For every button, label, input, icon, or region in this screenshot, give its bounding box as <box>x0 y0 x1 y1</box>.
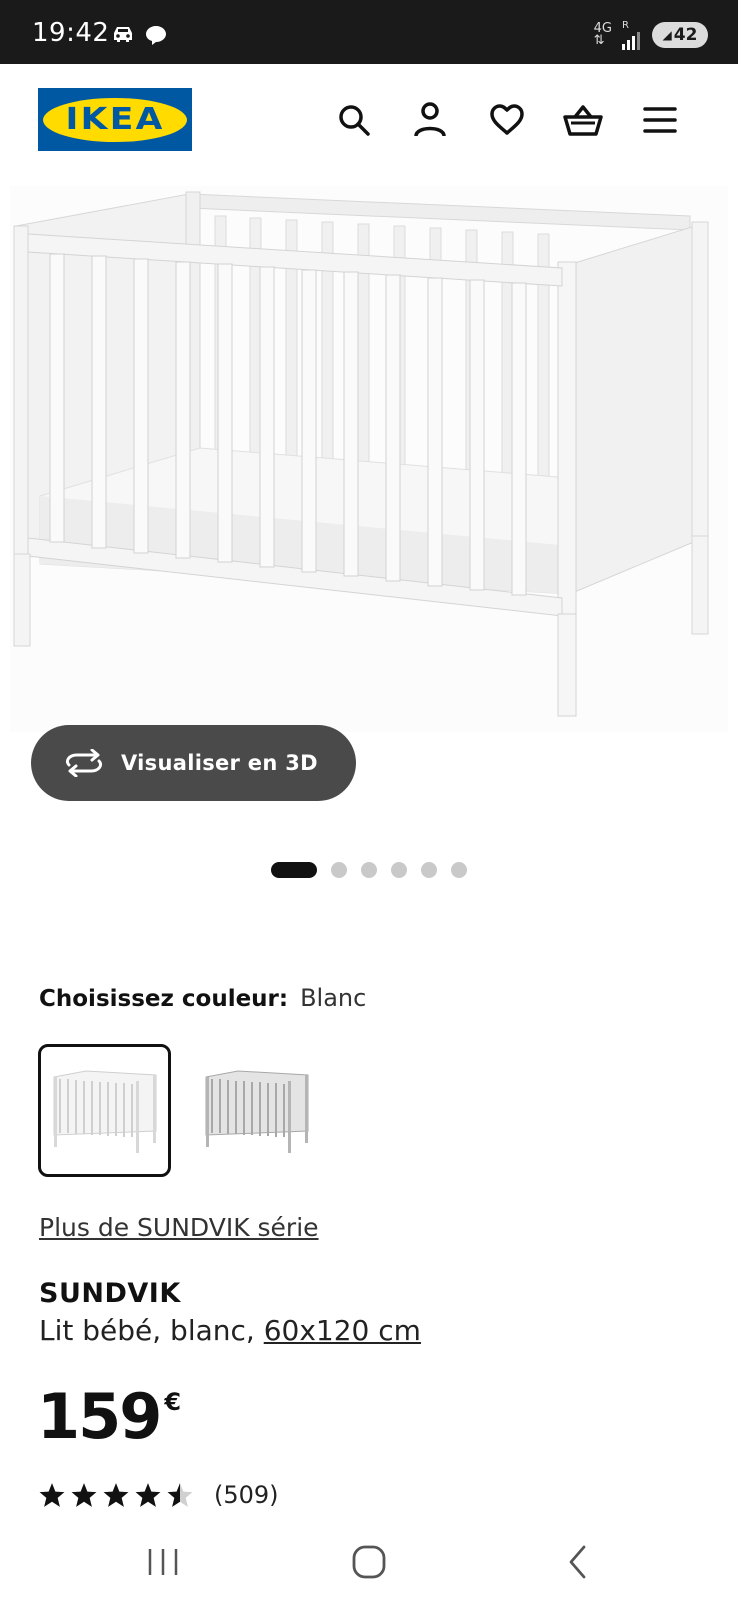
product-description-text: Lit bébé, blanc, <box>39 1314 264 1347</box>
signal-icon <box>622 32 640 50</box>
chat-icon <box>144 24 168 50</box>
star-icon <box>103 1483 129 1507</box>
rotate-3d-icon <box>63 748 107 778</box>
search-icon[interactable] <box>334 100 374 140</box>
color-swatch-grey[interactable] <box>190 1044 323 1177</box>
color-selected-value: Blanc <box>300 984 367 1012</box>
color-label: Choisissez couleur: <box>39 986 289 1012</box>
system-nav-bar <box>0 1524 738 1600</box>
white-crib-thumbnail <box>49 1068 160 1153</box>
price-amount: 159 <box>37 1380 162 1453</box>
color-chooser-label: Choisissez couleur: Blanc <box>39 984 366 1013</box>
star-icon <box>71 1483 97 1507</box>
product-rating[interactable]: (509) <box>38 1481 279 1509</box>
status-time: 19:42 <box>32 18 110 48</box>
view-3d-button[interactable]: Visualiser en 3D <box>31 725 356 801</box>
half-star-icon <box>167 1483 193 1507</box>
network-indicator: 4G ⇅ <box>593 22 612 48</box>
carousel-dot[interactable] <box>361 862 377 878</box>
product-description: Lit bébé, blanc, 60x120 cm <box>39 1314 421 1347</box>
rating-count: (509) <box>214 1481 279 1509</box>
carousel-dot[interactable] <box>421 862 437 878</box>
basket-icon[interactable] <box>563 100 603 140</box>
logo-ellipse: IKEA <box>43 97 187 142</box>
series-link[interactable]: Plus de SUNDVIK série <box>39 1213 319 1242</box>
product-image[interactable] <box>10 186 728 732</box>
battery-saver-icon: ◢ <box>662 28 672 42</box>
battery-level: 42 <box>673 25 698 45</box>
menu-icon[interactable] <box>640 100 680 140</box>
carousel-dot[interactable] <box>271 862 317 878</box>
status-notification-icons <box>110 24 168 50</box>
price-currency: € <box>164 1388 182 1416</box>
carousel-dot[interactable] <box>451 862 467 878</box>
rating-stars <box>38 1482 194 1508</box>
data-arrows-icon: ⇅ <box>593 33 605 48</box>
home-icon[interactable] <box>339 1540 399 1584</box>
status-right: 4G ⇅ R ◢ 42 <box>594 20 708 50</box>
carousel-dots <box>0 862 738 878</box>
roaming-label: R <box>622 20 629 31</box>
account-icon[interactable] <box>410 100 450 140</box>
view-3d-label: Visualiser en 3D <box>121 751 318 775</box>
star-icon <box>39 1483 65 1507</box>
product-price: 159 € <box>37 1382 181 1452</box>
grey-crib-thumbnail <box>201 1068 312 1153</box>
ikea-logo[interactable]: IKEA <box>38 88 192 151</box>
back-icon[interactable] <box>548 1540 608 1584</box>
carousel-dot[interactable] <box>391 862 407 878</box>
color-swatch-white[interactable] <box>38 1044 171 1177</box>
star-icon <box>135 1483 161 1507</box>
carousel-dot[interactable] <box>331 862 347 878</box>
status-bar: 19:42 4G ⇅ R ◢ 42 <box>0 0 738 64</box>
signal-indicator: R <box>622 20 642 50</box>
site-header: IKEA <box>0 64 738 184</box>
product-size-link[interactable]: 60x120 cm <box>264 1314 421 1347</box>
heart-icon[interactable] <box>487 100 527 140</box>
recent-apps-icon[interactable] <box>133 1540 193 1584</box>
product-name: SUNDVIK <box>39 1278 181 1309</box>
car-icon <box>110 24 136 50</box>
battery-indicator: ◢ 42 <box>652 22 708 48</box>
logo-text: IKEA <box>65 102 165 137</box>
